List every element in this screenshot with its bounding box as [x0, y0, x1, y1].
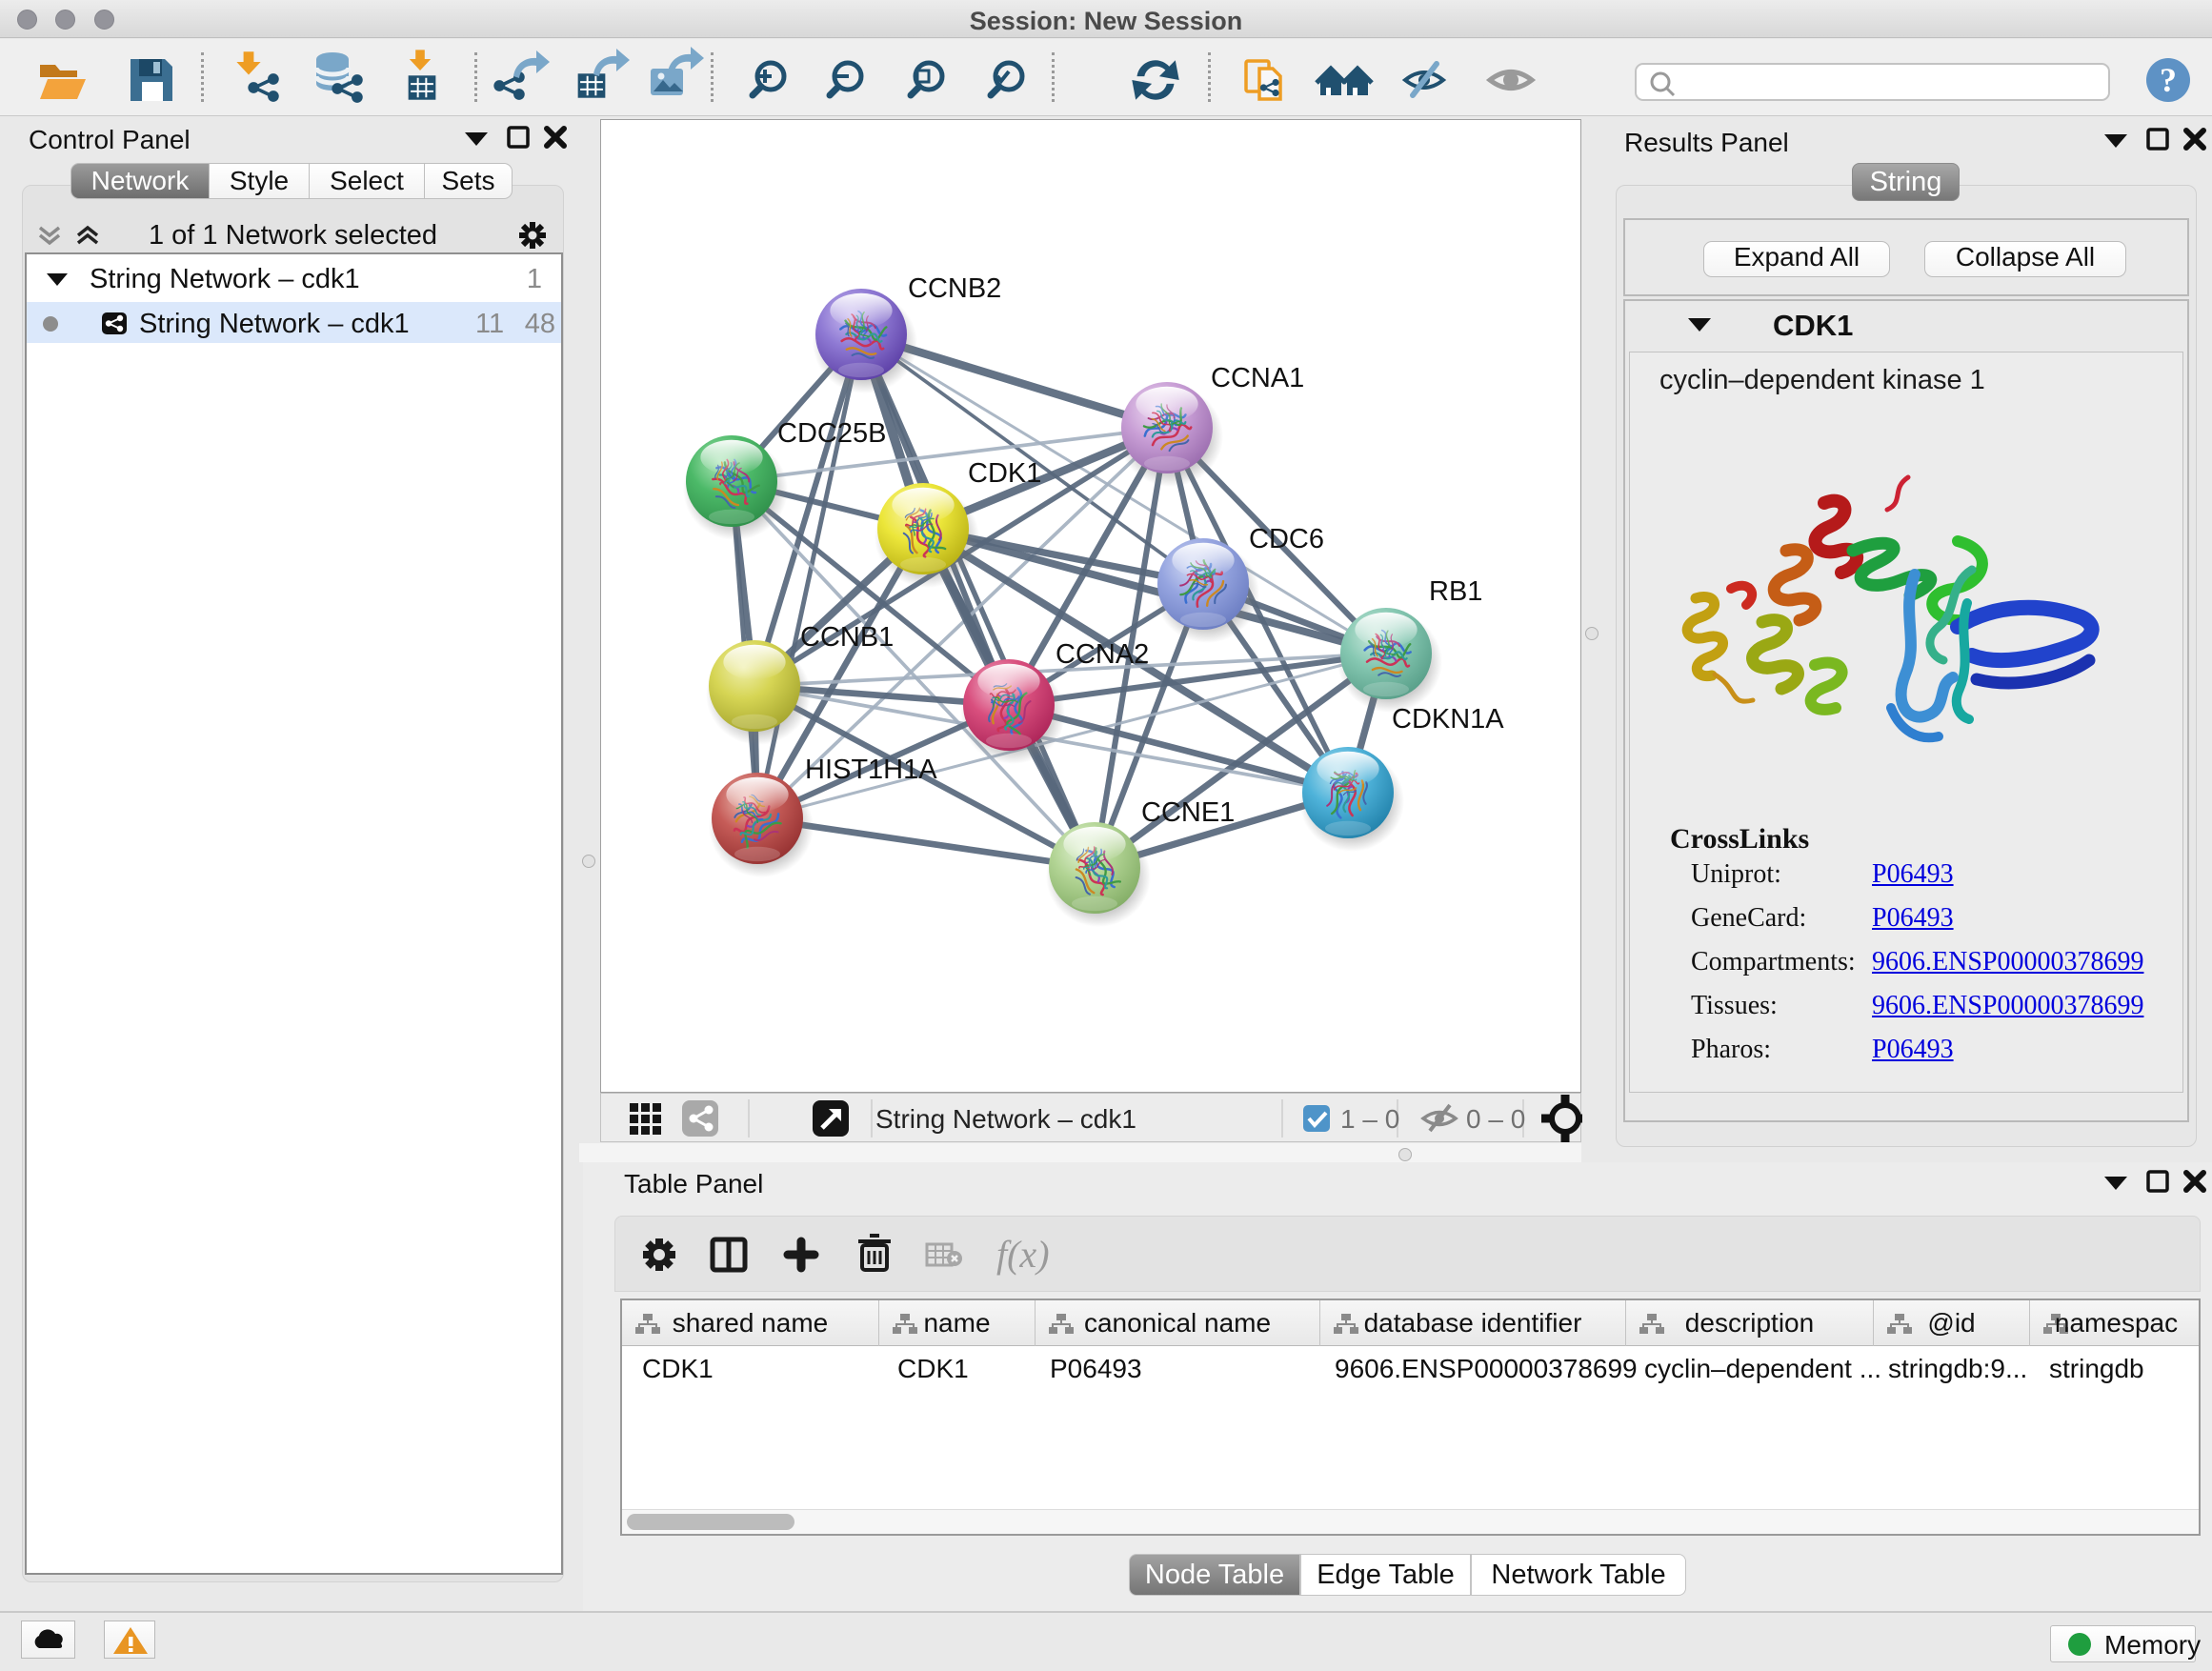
svg-text:CCNA1: CCNA1 [1211, 363, 1304, 393]
svg-text:CDC6: CDC6 [1249, 524, 1324, 554]
svg-text:HIST1H1A: HIST1H1A [805, 755, 937, 785]
svg-text:0 – 0: 0 – 0 [1466, 1104, 1525, 1134]
svg-text:f(x): f(x) [996, 1233, 1050, 1276]
svg-text:CCNB1: CCNB1 [800, 622, 894, 653]
svg-text:CDK1: CDK1 [968, 458, 1041, 489]
svg-text:CDC25B: CDC25B [777, 418, 886, 449]
svg-text:CDKN1A: CDKN1A [1392, 704, 1504, 735]
svg-text:?: ? [2160, 61, 2177, 99]
svg-text:CCNA2: CCNA2 [1056, 639, 1149, 670]
svg-text:CCNE1: CCNE1 [1141, 797, 1235, 828]
svg-text:1 – 0: 1 – 0 [1340, 1104, 1399, 1134]
svg-text:RB1: RB1 [1429, 576, 1482, 607]
svg-text:CCNB2: CCNB2 [908, 273, 1001, 304]
